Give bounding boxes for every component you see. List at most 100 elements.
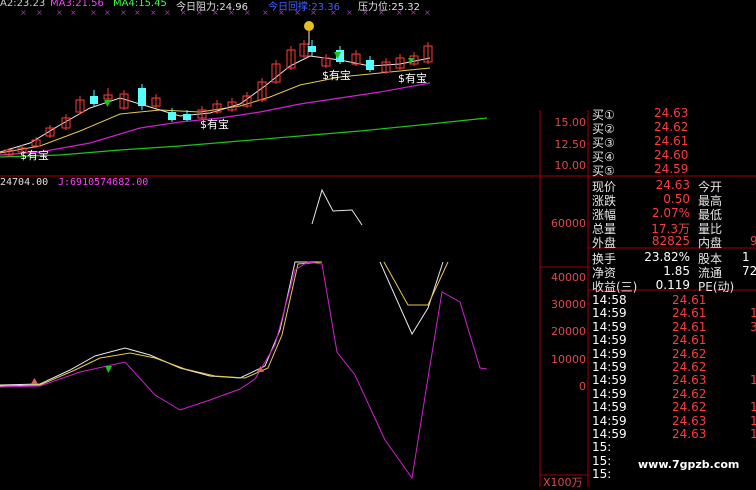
quote-row: 总量 17.3万 量比 (592, 220, 756, 236)
indicator-yellow-line-right (383, 261, 449, 306)
unit-label: X100万 (543, 476, 583, 489)
order-book-row: 买⑤ 24.59 (592, 162, 752, 178)
tick-time: 14:59 (592, 346, 627, 361)
quote-value: 24.63 (655, 178, 690, 192)
tick-volume: 3 (750, 319, 756, 334)
tick-time: 14:59 (592, 373, 627, 388)
tick-time: 14:59 (592, 306, 627, 321)
tick-row: 14:59 24.62 (592, 386, 756, 401)
quote-row: 现价 24.63 今开 (592, 178, 756, 194)
annotation-label: $有宝 (20, 149, 49, 162)
quote-panel: 买① 24.63 买② 24.62 买③ 24.61 买④ 24.60 买⑤ 2… (588, 106, 756, 487)
tick-row: 14:59 24.62 (592, 346, 756, 361)
indicator-axis-label: 40000 (551, 271, 586, 284)
tick-row: 14:59 24.62 (592, 360, 756, 374)
tick-time: 15: (592, 440, 612, 455)
quote-label: 外盘 (592, 236, 617, 250)
stats-row: 收益(三) 0.119 PE(动) (592, 278, 756, 294)
indicator-axis-label: 10000 (551, 353, 586, 366)
watermark: www.7gpzb.com (638, 458, 740, 471)
candle[interactable] (308, 46, 316, 52)
tick-time: 14:59 (592, 413, 627, 428)
tick-price: 24.63 (672, 373, 707, 388)
support-resistance-value: 今日回撑:23.36 (268, 2, 340, 13)
stats-value: 1.85 (663, 264, 690, 278)
y-axis-label: 60000 (551, 217, 586, 230)
indicator-j-value: J:6910574682.00 (58, 177, 149, 188)
indicator-axis-label: 30000 (551, 298, 586, 311)
support-resistance-value: 压力位:25.32 (358, 2, 420, 13)
tick-time: 15: (592, 453, 612, 468)
indicator-white-line-upper (311, 188, 363, 226)
tick-row: 14:58 24.61 (592, 293, 756, 307)
tick-price: 24.61 (672, 333, 707, 348)
tick-price: 24.61 (672, 306, 707, 321)
order-book-row: 买① 24.63 (592, 106, 752, 122)
tick-time: 14:59 (592, 386, 627, 401)
order-book-price: 24.63 (654, 106, 689, 120)
smiley-icon (304, 21, 314, 31)
buy-arrow-icon (105, 366, 112, 373)
tick-time: 15: (592, 467, 612, 482)
tick-volume: 1 (750, 400, 756, 415)
ma-green-line (0, 117, 488, 158)
tick-row: 14:59 24.61 1 (592, 306, 756, 321)
quote-row: 涨跌 0.50 最高 (592, 192, 756, 208)
order-book-price: 24.60 (654, 148, 689, 162)
tick-price: 24.63 (672, 427, 707, 441)
tick-time: 14:59 (592, 360, 627, 374)
order-book-price: 24.59 (654, 162, 689, 176)
tick-row: 14:59 24.63 1 (592, 413, 756, 428)
quote-value: 2.07% (651, 206, 690, 220)
stats-value: 23.82% (644, 250, 690, 264)
quote-label: 内盘 (698, 236, 723, 250)
tick-row: 15: (592, 440, 756, 455)
annotation-label: $有宝 (322, 69, 351, 82)
indicator-yellow-line (0, 261, 323, 387)
tick-row: 14:59 24.63 1 (592, 427, 756, 441)
tick-price: 24.62 (672, 360, 707, 374)
quote-row: 外盘 82825 内盘 9 (592, 234, 756, 250)
tick-price: 24.62 (672, 386, 707, 401)
ma-value: MA4:15.45 (113, 0, 167, 9)
order-book-price: 24.61 (654, 134, 689, 148)
candle[interactable] (168, 112, 176, 120)
quote-value: 9 (750, 234, 756, 248)
tick-row: 14:59 24.61 (592, 333, 756, 348)
order-book-price: 24.62 (654, 120, 689, 134)
candle[interactable] (183, 114, 191, 120)
ma-value: A2:23.23 (0, 0, 46, 9)
quote-value: 82825 (651, 234, 690, 248)
candle[interactable] (90, 96, 98, 104)
tick-time: 14:59 (592, 333, 627, 348)
candle[interactable] (138, 88, 146, 106)
order-book-row: 买④ 24.60 (592, 148, 752, 164)
order-book-label: 买⑤ (592, 164, 615, 178)
ma-yellow-line (0, 67, 431, 154)
tick-price: 24.62 (672, 400, 707, 415)
tick-time: 14:58 (592, 293, 627, 307)
ma-header: A2:23.23 MA3:21.56 MA4:15.45 今日阻力:24.96 … (0, 0, 430, 13)
y-axis-label: 12.50 (554, 138, 587, 151)
tick-row: 14:59 24.62 1 (592, 400, 756, 415)
tick-volume: 1 (750, 373, 756, 388)
tick-row: 14:59 24.61 3 (592, 319, 756, 334)
tick-time: 14:59 (592, 400, 627, 415)
quote-value: 0.50 (663, 192, 690, 206)
stats-value: 1 (742, 250, 750, 264)
indicator-magenta-line (0, 261, 488, 480)
ma-value: MA3:21.56 (50, 0, 104, 9)
y-axis-label: 10.00 (554, 159, 587, 172)
tick-time: 14:59 (592, 319, 627, 334)
candle[interactable] (366, 60, 374, 70)
indicator-value: 24704.00 (0, 177, 49, 188)
stats-row: 换手 23.82% 股本 1 (592, 250, 756, 266)
tick-row: 14:59 24.63 1 (592, 373, 756, 388)
quote-row: 涨幅 2.07% 最低 (592, 206, 756, 222)
annotation-label: $有宝 (200, 118, 229, 131)
indicator-white-line (0, 261, 322, 386)
order-book-row: 买② 24.62 (592, 120, 752, 136)
tick-volume: 1 (750, 427, 756, 441)
tick-price: 24.62 (672, 346, 707, 361)
tick-price: 24.61 (672, 293, 707, 307)
